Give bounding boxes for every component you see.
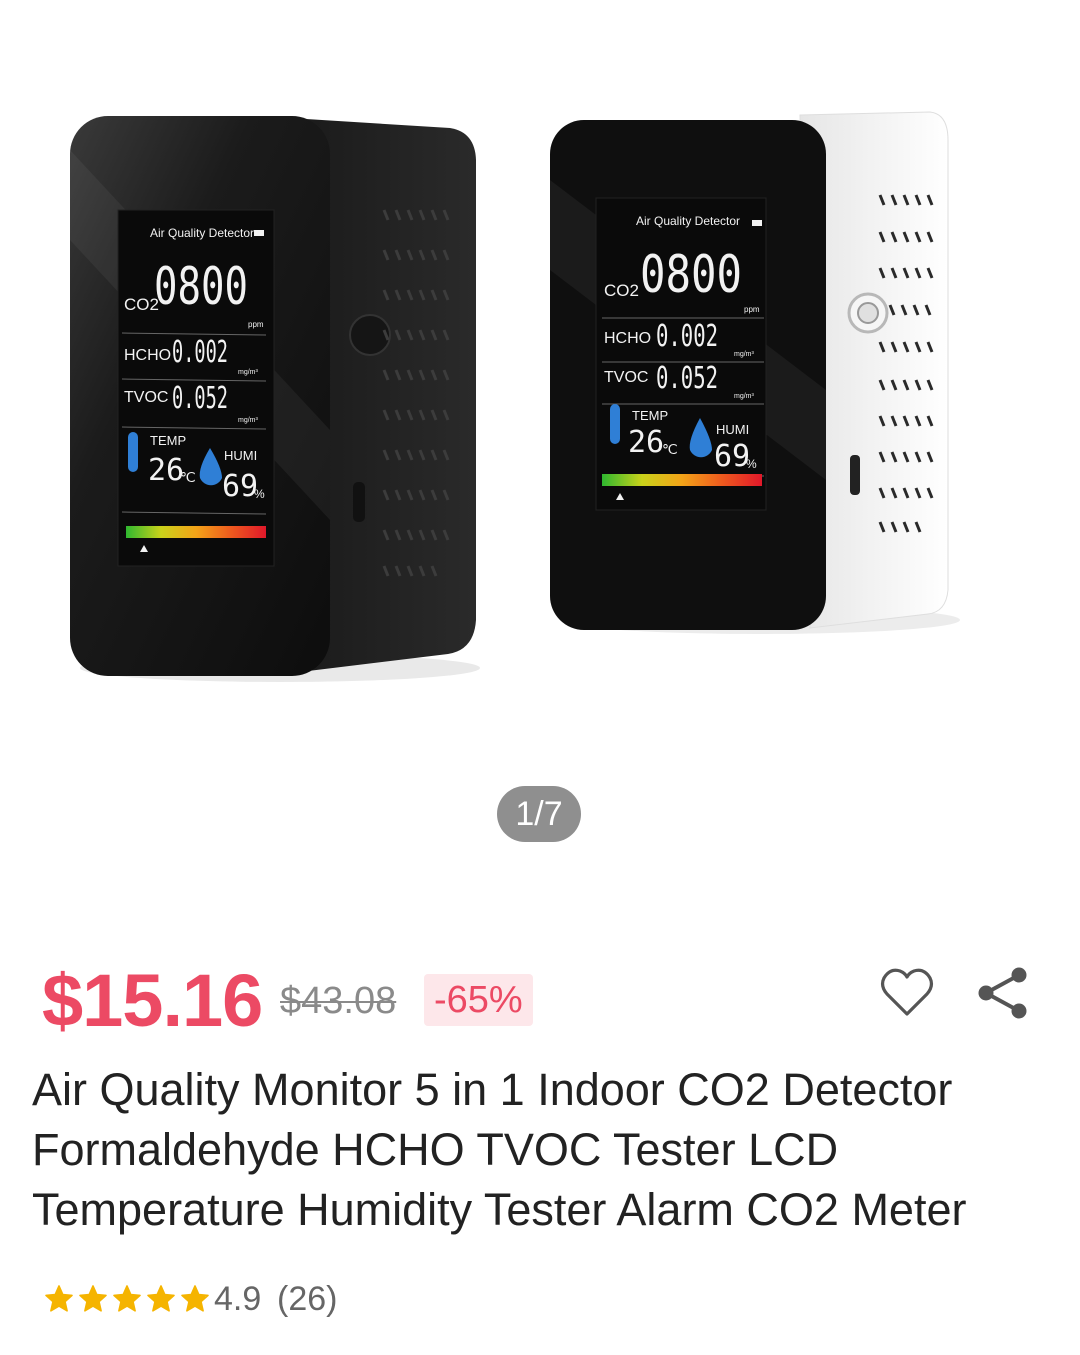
lcd-temp-unit: ℃ <box>662 441 678 457</box>
star-icon <box>45 1285 73 1312</box>
lcd-humi-label: HUMI <box>716 422 749 437</box>
heart-outline-icon <box>880 968 934 1016</box>
lcd-temp-label: TEMP <box>150 433 186 448</box>
product-title: Air Quality Monitor 5 in 1 Indoor CO2 De… <box>32 1064 967 1235</box>
lcd-humi-unit: % <box>254 487 265 501</box>
lcd-header: Air Quality Detector <box>150 226 254 240</box>
product-image[interactable]: Air Quality Detector CO2 0800 ppm HCHO 0… <box>0 0 1080 780</box>
air-quality-scale <box>602 474 762 486</box>
lcd-tvoc-label: TVOC <box>124 389 168 406</box>
lcd-co2-value: 0800 <box>640 245 742 305</box>
rating-stars <box>44 1284 214 1314</box>
black-device: Air Quality Detector CO2 0800 ppm HCHO 0… <box>70 116 480 682</box>
share-button[interactable] <box>972 962 1034 1024</box>
air-quality-scale <box>126 526 266 538</box>
price-row: $15.16 $43.08 -65% <box>42 958 1042 1042</box>
current-price: $15.16 <box>42 959 263 1042</box>
lcd-hcho-unit: mg/m³ <box>734 351 755 358</box>
star-icon <box>113 1285 141 1312</box>
lcd-co2-label: CO2 <box>604 281 639 300</box>
lcd-humi-label: HUMI <box>224 448 257 463</box>
lcd-hcho-unit: mg/m³ <box>238 369 259 376</box>
discount-badge: -65% <box>424 974 533 1026</box>
favorite-button[interactable] <box>878 964 936 1022</box>
lcd-humi-value: 69 <box>222 469 258 504</box>
lcd-co2-value: 0800 <box>154 257 248 317</box>
thermometer-icon <box>610 404 620 444</box>
lcd-temp-label: TEMP <box>632 408 668 423</box>
lcd-hcho-label: HCHO <box>124 347 171 364</box>
thermometer-icon <box>128 432 138 472</box>
lcd-tvoc-unit: mg/m³ <box>734 393 755 400</box>
lcd-hcho-value: 0.002 <box>172 335 228 370</box>
lcd-tvoc-label: TVOC <box>604 369 648 386</box>
lcd-co2-unit: ppm <box>744 305 760 314</box>
lcd-humi-unit: % <box>746 457 757 471</box>
product-image-gallery[interactable]: Air Quality Detector CO2 0800 ppm HCHO 0… <box>0 0 1080 880</box>
lcd-temp-value: 26 <box>148 453 184 488</box>
star-icon <box>147 1285 175 1312</box>
lcd-humi-value: 69 <box>714 439 750 474</box>
star-icon <box>79 1285 107 1312</box>
share-icon <box>978 967 1027 1019</box>
white-device: Air Quality Detector CO2 0800 ppm HCHO 0… <box>550 111 960 634</box>
lcd-tvoc-value: 0.052 <box>656 361 718 396</box>
original-price: $43.08 <box>280 980 397 1022</box>
star-icon <box>181 1285 209 1312</box>
rating-row[interactable]: 4.9 (26) <box>44 1278 544 1322</box>
lcd-header: Air Quality Detector <box>636 214 740 228</box>
lcd-co2-unit: ppm <box>248 320 264 329</box>
lcd-tvoc-value: 0.052 <box>172 381 228 416</box>
rating-score: 4.9 <box>214 1280 262 1318</box>
image-page-indicator: 1/7 <box>497 786 581 842</box>
lcd-temp-value: 26 <box>628 425 664 460</box>
review-count: (26) <box>277 1280 338 1318</box>
lcd-hcho-value: 0.002 <box>656 319 718 354</box>
lcd-tvoc-unit: mg/m³ <box>238 417 259 424</box>
lcd-hcho-label: HCHO <box>604 330 651 347</box>
lcd-temp-unit: ℃ <box>180 469 196 485</box>
